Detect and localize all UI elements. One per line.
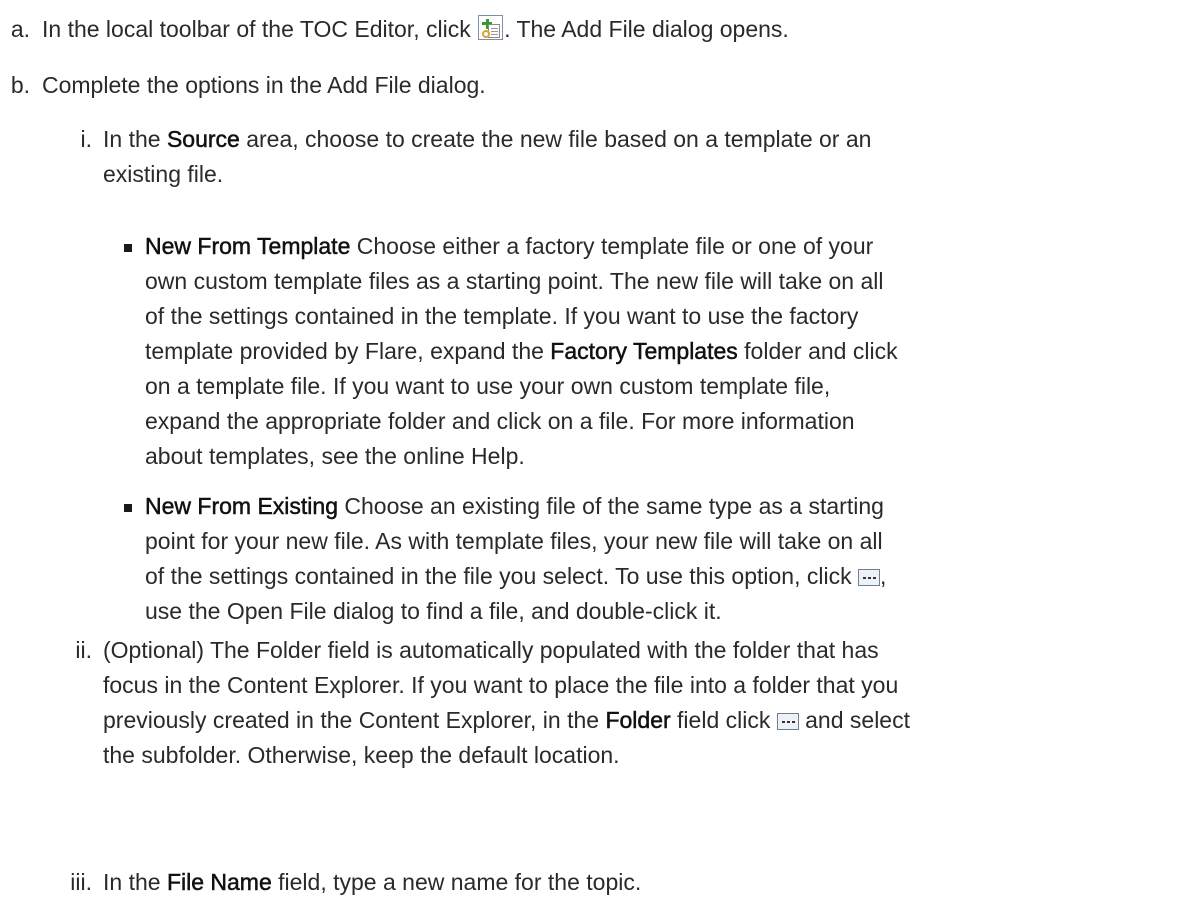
text-segment: field click: [670, 707, 777, 733]
step-text-segment: In the local toolbar of the TOC Editor, …: [42, 16, 478, 42]
ui-label: Source: [166, 126, 240, 153]
text-line: on a template file. If you want to use y…: [145, 373, 831, 399]
step-text: Complete the options in the Add File dia…: [42, 72, 486, 98]
document-page: a. In the local toolbar of the TOC Edito…: [0, 0, 1200, 917]
browse-icon[interactable]: [858, 569, 880, 586]
substep-text: (Optional) The Folder field is automatic…: [103, 633, 910, 773]
step-text-segment: . The Add File dialog opens.: [504, 16, 789, 42]
step-marker: b.: [10, 72, 30, 98]
ui-label: Factory Templates: [550, 338, 738, 365]
text-segment: In the: [103, 869, 167, 895]
text-segment: field, type a new name for the topic.: [271, 869, 642, 895]
ui-label: File Name: [166, 869, 272, 896]
text-segment: existing file.: [103, 161, 224, 187]
ui-label: Folder: [605, 707, 671, 734]
substep-text: In the File Name field, type a new name …: [103, 865, 641, 900]
text-line: template provided by Flare, expand the F…: [145, 334, 898, 369]
text-segment: folder and click: [737, 338, 898, 364]
text-segment: Choose either a factory template file or…: [350, 233, 874, 259]
text-line: own custom template files as a starting …: [145, 268, 884, 294]
text-line: In the Source area, choose to create the…: [103, 122, 871, 157]
text-segment: ,: [880, 563, 887, 589]
browse-icon[interactable]: [776, 713, 799, 730]
text-segment: of the settings contained in the file yo…: [145, 563, 858, 589]
bullet-marker: [124, 504, 132, 512]
text-segment: previously created in the Content Explor…: [103, 707, 606, 733]
text-line: of the settings contained in the file yo…: [145, 559, 886, 594]
text-line: of the settings contained in the templat…: [145, 303, 859, 329]
substep-marker: iii.: [70, 869, 92, 895]
text-line: In the File Name field, type a new name …: [103, 865, 641, 900]
text-segment: and select: [798, 707, 910, 733]
option-name: New From Existing: [145, 493, 338, 520]
text-line: New From Existing Choose an existing fil…: [145, 489, 886, 524]
text-line: about templates, see the online Help.: [145, 443, 525, 469]
text-line: expand the appropriate folder and click …: [145, 408, 855, 434]
add-file-icon[interactable]: [478, 15, 504, 40]
text-segment: area, choose to create the new file base…: [239, 126, 872, 152]
text-segment: In the: [103, 126, 167, 152]
substep-marker: ii.: [75, 637, 92, 663]
text-line: previously created in the Content Explor…: [103, 703, 910, 738]
text-line: the subfolder. Otherwise, keep the defau…: [103, 742, 620, 768]
text-line: existing file.: [103, 157, 871, 192]
bullet-text: New From Template Choose either a factor…: [145, 229, 898, 474]
text-line: point for your new file. As with templat…: [145, 528, 883, 554]
bullet-text: New From Existing Choose an existing fil…: [145, 489, 887, 629]
text-line: (Optional) The Folder field is automatic…: [103, 637, 879, 663]
substep-marker: i.: [80, 126, 93, 152]
text-segment: template provided by Flare, expand the: [145, 338, 551, 364]
option-name: New From Template: [145, 233, 351, 260]
step-text: In the local toolbar of the TOC Editor, …: [42, 12, 789, 47]
text-line: New From Template Choose either a factor…: [145, 229, 898, 264]
text-line: focus in the Content Explorer. If you wa…: [103, 672, 899, 698]
substep-text: In the Source area, choose to create the…: [103, 122, 871, 192]
step-marker: a.: [10, 16, 30, 42]
text-line: use the Open File dialog to find a file,…: [145, 598, 722, 624]
bullet-marker: [124, 244, 132, 252]
text-segment: Choose an existing file of the same type…: [337, 493, 884, 519]
